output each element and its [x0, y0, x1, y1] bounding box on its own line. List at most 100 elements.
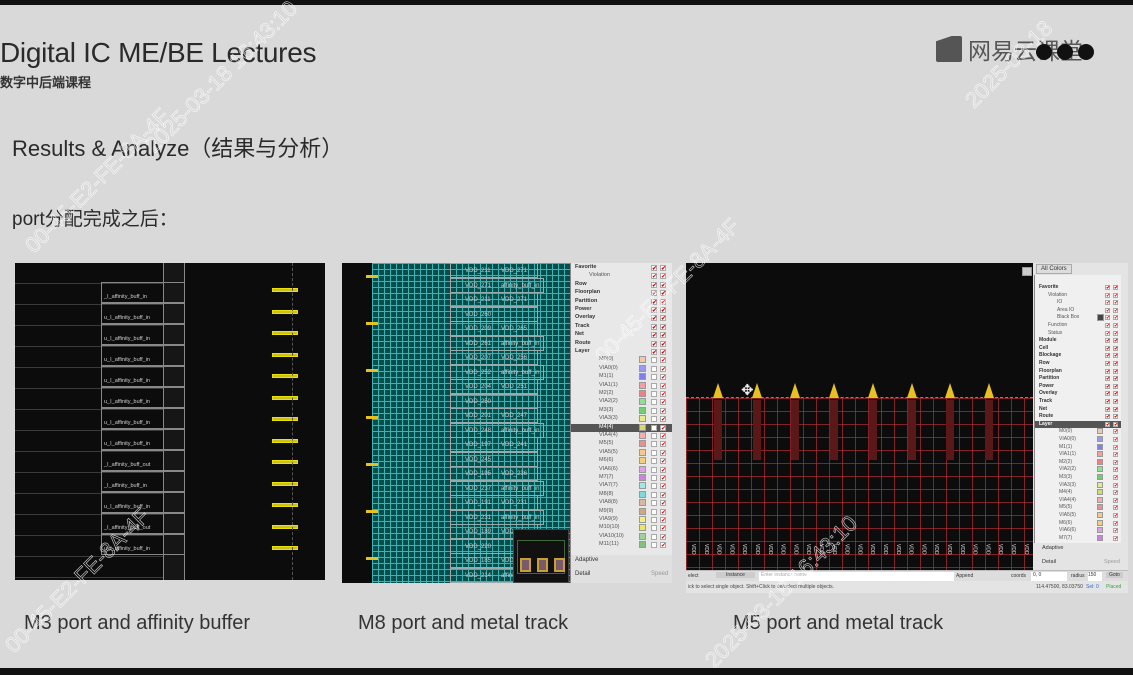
visibility-checkbox[interactable] [651, 449, 657, 456]
selectable-checkbox[interactable]: ✔ [660, 382, 666, 390]
layer-item[interactable]: M3(3) ✔ [1035, 474, 1121, 482]
visibility-checkbox[interactable] [651, 491, 657, 498]
visibility-checkbox[interactable]: ✔ [651, 265, 657, 272]
layer-item[interactable]: M5(5) ✔ [571, 440, 672, 448]
visibility-checkbox[interactable]: ✔ [1105, 406, 1110, 412]
selectable-checkbox[interactable]: ✔ [1113, 505, 1118, 511]
selectable-checkbox[interactable]: ✔ [1113, 429, 1118, 435]
tree-item-favorite[interactable]: Favorite ✔ ✔ [571, 264, 672, 272]
selectable-checkbox[interactable]: ✔ [660, 441, 666, 448]
layer-item[interactable]: M0(0) ✔ [571, 356, 672, 364]
adaptive-option[interactable]: Adaptive [575, 557, 598, 563]
selectable-checkbox[interactable]: ✔ [660, 517, 666, 524]
visibility-checkbox[interactable] [651, 475, 657, 481]
selectable-checkbox[interactable]: ✔ [1113, 300, 1118, 306]
selectable-checkbox[interactable]: ✔ [660, 483, 666, 490]
selectable-checkbox[interactable]: ✔ [660, 491, 666, 499]
selectable-checkbox[interactable]: ✔ [1113, 361, 1118, 367]
selectable-checkbox[interactable]: ✔ [1113, 353, 1118, 359]
layer-item[interactable]: M2(2) ✔ [571, 390, 672, 398]
layer-item[interactable]: VIA5(5) ✔ [1035, 512, 1121, 520]
goto-button[interactable]: Goto [1106, 572, 1123, 578]
tree-item[interactable]: Cell ✔ ✔ [1035, 345, 1121, 353]
layer-item[interactable]: M11(11) ✔ [571, 541, 672, 549]
selectable-checkbox[interactable]: ✔ [1113, 338, 1118, 344]
layer-item[interactable]: VIA10(10) ✔ [571, 532, 672, 541]
visibility-checkbox[interactable] [651, 483, 657, 490]
tree-item[interactable]: Black Box ✔ ✔ [1035, 314, 1121, 322]
selectable-checkbox[interactable]: ✔ [660, 458, 666, 465]
visibility-checkbox[interactable] [651, 525, 657, 532]
layer-item[interactable]: VIA0(0) ✔ [571, 364, 672, 373]
visibility-checkbox[interactable]: ✔ [1105, 300, 1110, 306]
instance-dropdown[interactable]: Instance [716, 572, 755, 578]
selectable-checkbox[interactable]: ✔ [1113, 285, 1118, 291]
visibility-checkbox[interactable] [651, 441, 657, 448]
selectable-checkbox[interactable]: ✔ [1113, 414, 1118, 420]
layer-item[interactable]: VIA3(3) ✔ [571, 415, 672, 423]
selectable-checkbox[interactable]: ✔ [1113, 292, 1118, 298]
visibility-checkbox[interactable]: ✔ [651, 332, 657, 339]
layer-item[interactable]: VIA2(2) ✔ [571, 398, 672, 406]
layer-item[interactable]: VIA1(1) ✔ [1035, 451, 1121, 459]
selectable-checkbox[interactable]: ✔ [660, 357, 666, 364]
visibility-checkbox[interactable]: ✔ [651, 273, 657, 280]
adaptive-option[interactable]: Adaptive [1042, 545, 1063, 551]
selectable-checkbox[interactable]: ✔ [1113, 475, 1118, 481]
visibility-checkbox[interactable]: ✔ [1105, 421, 1110, 427]
visibility-checkbox[interactable]: ✔ [1105, 414, 1110, 420]
selectable-checkbox[interactable]: ✔ [660, 340, 666, 348]
selectable-checkbox[interactable]: ✔ [660, 416, 666, 423]
layer-item[interactable]: M1(1) ✔ [1035, 443, 1121, 452]
tree-item[interactable]: Favorite ✔ ✔ [1035, 284, 1121, 292]
layer-item[interactable]: M2(2) ✔ [1035, 458, 1121, 467]
selectable-checkbox[interactable]: ✔ [1113, 307, 1118, 313]
selectable-checkbox[interactable]: ✔ [1113, 315, 1118, 321]
selectable-checkbox[interactable]: ✔ [1113, 421, 1118, 427]
tree-item[interactable]: Track ✔ ✔ [1035, 398, 1121, 406]
visibility-checkbox[interactable]: ✔ [1105, 292, 1110, 298]
selectable-checkbox[interactable]: ✔ [660, 533, 666, 541]
visibility-checkbox[interactable] [651, 365, 657, 372]
visibility-checkbox[interactable] [651, 533, 657, 540]
selectable-checkbox[interactable]: ✔ [660, 424, 666, 432]
visibility-checkbox[interactable] [651, 424, 657, 431]
selectable-checkbox[interactable]: ✔ [1113, 345, 1118, 351]
layer-item[interactable]: M7(7) ✔ [1035, 534, 1121, 543]
layer-item[interactable]: M10(10) ✔ [571, 524, 672, 532]
layer-item[interactable]: VIA9(9) ✔ [571, 516, 672, 524]
visibility-checkbox[interactable] [651, 433, 657, 439]
tree-item[interactable]: Violation ✔ ✔ [1035, 292, 1121, 300]
selectable-checkbox[interactable]: ✔ [660, 323, 666, 331]
tree-item[interactable]: Route ✔ ✔ [1035, 413, 1121, 421]
selectable-checkbox[interactable]: ✔ [1113, 459, 1118, 465]
selectable-checkbox[interactable]: ✔ [1113, 383, 1118, 389]
layer-item[interactable]: M3(3) ✔ [571, 406, 672, 415]
selectable-checkbox[interactable]: ✔ [1113, 330, 1118, 336]
visibility-checkbox[interactable] [651, 517, 657, 523]
selectable-checkbox[interactable]: ✔ [1113, 452, 1118, 458]
selectable-checkbox[interactable]: ✔ [1113, 391, 1118, 397]
selectable-checkbox[interactable]: ✔ [1113, 376, 1118, 382]
visibility-checkbox[interactable] [651, 542, 657, 549]
selectable-checkbox[interactable]: ✔ [660, 407, 666, 415]
visibility-checkbox[interactable] [651, 382, 657, 389]
layer-item[interactable]: VIA5(5) ✔ [571, 448, 672, 457]
tree-item[interactable]: Floorplan ✔ ✔ [1035, 368, 1121, 376]
visibility-checkbox[interactable]: ✔ [1105, 285, 1110, 291]
selectable-checkbox[interactable]: ✔ [660, 374, 666, 381]
append-checkbox[interactable]: Append [956, 573, 973, 579]
selectable-checkbox[interactable]: ✔ [1113, 528, 1118, 534]
visibility-checkbox[interactable]: ✔ [1105, 368, 1110, 374]
selectable-checkbox[interactable]: ✔ [1113, 444, 1118, 450]
layer-item[interactable]: M8(8) ✔ [571, 490, 672, 499]
visibility-checkbox[interactable]: ✔ [1105, 383, 1110, 389]
radius-input[interactable]: 150 [1088, 572, 1102, 581]
selectable-checkbox[interactable]: ✔ [660, 475, 666, 482]
layer-item[interactable]: VIA8(8) ✔ [571, 499, 672, 507]
layer-item[interactable]: VIA2(2) ✔ [1035, 466, 1121, 474]
layer-item[interactable]: VIA7(7) ✔ [571, 482, 672, 490]
tree-item[interactable]: Power ✔ ✔ [1035, 383, 1121, 391]
layer-item[interactable]: VIA6(6) ✔ [1035, 527, 1121, 535]
tree-item[interactable]: Overlay ✔ ✔ [1035, 390, 1121, 398]
